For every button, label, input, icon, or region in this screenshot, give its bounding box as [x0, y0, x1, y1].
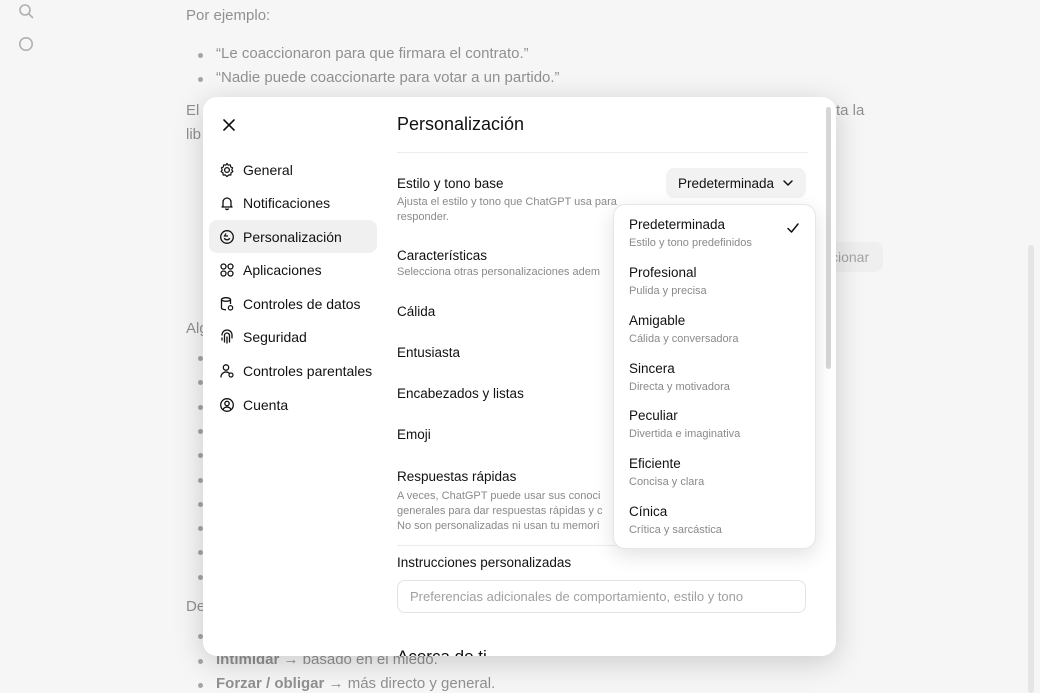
dropdown-option-candid[interactable]: Sincera Directa y motivadora — [614, 357, 815, 403]
quick-answers-title: Respuestas rápidas — [397, 469, 517, 484]
sidebar-item-personalization[interactable]: Personalización — [209, 220, 377, 254]
option-desc: Estilo y tono predefinidos — [629, 237, 752, 249]
sidebar-item-notifications[interactable]: Notificaciones — [209, 187, 377, 220]
modal-scrollbar[interactable] — [826, 107, 831, 369]
custom-instructions-title: Instrucciones personalizadas — [397, 555, 572, 570]
base-style-select[interactable]: Predeterminada — [666, 168, 807, 198]
sidebar-item-label: Aplicaciones — [243, 262, 322, 279]
sidebar-item-general[interactable]: General — [209, 153, 377, 186]
option-name: Cínica — [629, 504, 668, 519]
fingerprint-shield-icon — [221, 329, 233, 345]
dropdown-option-professional[interactable]: Profesional Pulida y precisa — [614, 261, 815, 307]
quick-answers-desc-2: generales para dar respuestas rápidas y … — [397, 505, 603, 517]
sidebar-item-label: Controles parentales — [243, 363, 373, 380]
settings-sidebar: General Notificaciones Personalización A… — [209, 153, 377, 422]
chevron-down-icon — [783, 180, 793, 186]
custom-instructions-input[interactable] — [397, 580, 806, 613]
bell-icon — [221, 197, 233, 211]
characteristics-title: Características — [397, 248, 488, 263]
dropdown-option-quirky[interactable]: Peculiar Divertida e imaginativa — [614, 404, 815, 450]
option-desc: Divertida e imaginativa — [629, 428, 741, 440]
quick-answers-desc-3: No son personalizadas ni usan tu memori — [397, 520, 600, 532]
trait-emoji: Emoji — [397, 427, 431, 442]
option-desc: Cálida y conversadora — [629, 333, 739, 345]
option-desc: Directa y motivadora — [629, 381, 730, 393]
option-desc: Crítica y sarcástica — [629, 524, 722, 536]
sidebar-item-label: Controles de datos — [243, 295, 361, 312]
dropdown-option-efficient[interactable]: Eficiente Concisa y clara — [614, 452, 815, 498]
trait-enthusiastic: Entusiasta — [397, 345, 461, 360]
base-style-desc: Ajusta el estilo y tono que ChatGPT usa … — [397, 196, 617, 223]
sidebar-item-data-controls[interactable]: Controles de datos — [209, 287, 377, 320]
quick-answers-desc-1: A veces, ChatGPT puede usar sus conoci — [397, 490, 601, 502]
option-name: Predeterminada — [629, 217, 726, 232]
option-name: Profesional — [629, 265, 697, 280]
trait-headers-lists: Encabezados y listas — [397, 386, 524, 401]
gear-icon — [220, 162, 234, 177]
page-title: Personalización — [397, 114, 525, 134]
sidebar-item-label: Seguridad — [243, 329, 307, 346]
account-circle-icon — [220, 397, 234, 412]
option-desc: Concisa y clara — [629, 476, 705, 488]
base-style-selected: Predeterminada — [678, 175, 775, 191]
about-you-heading: Acerca de ti — [397, 647, 487, 656]
style-dropdown-menu: Predeterminada Estilo y tono predefinido… — [613, 204, 816, 549]
dropdown-option-default[interactable]: Predeterminada Estilo y tono predefinido… — [614, 213, 815, 259]
close-icon[interactable] — [219, 115, 239, 135]
sidebar-item-parental-controls[interactable]: Controles parentales — [209, 355, 377, 388]
sidebar-item-label: Personalización — [243, 228, 342, 245]
apps-grid-icon — [220, 263, 234, 277]
dropdown-option-friendly[interactable]: Amigable Cálida y conversadora — [614, 309, 815, 355]
sidebar-item-label: General — [243, 161, 293, 178]
option-name: Eficiente — [629, 456, 681, 471]
divider — [397, 152, 808, 153]
characteristics-desc: Selecciona otras personalizaciones adem — [397, 266, 601, 278]
sidebar-item-label: Notificaciones — [243, 195, 331, 212]
option-name: Peculiar — [629, 408, 678, 423]
personalization-icon — [220, 229, 234, 244]
option-desc: Pulida y precisa — [629, 285, 707, 297]
database-icon — [220, 296, 234, 311]
sidebar-item-label: Cuenta — [243, 396, 289, 413]
checkmark-icon — [787, 223, 799, 233]
option-name: Sincera — [629, 361, 675, 376]
sidebar-item-account[interactable]: Cuenta — [209, 388, 377, 421]
dropdown-option-cynical[interactable]: Cínica Crítica y sarcástica — [614, 500, 815, 546]
parent-user-icon — [220, 364, 234, 378]
option-name: Amigable — [629, 313, 686, 328]
base-style-title: Estilo y tono base — [397, 176, 504, 191]
sidebar-item-security[interactable]: Seguridad — [209, 321, 377, 354]
sidebar-item-apps[interactable]: Aplicaciones — [209, 254, 377, 287]
trait-warm: Cálida — [397, 304, 436, 319]
